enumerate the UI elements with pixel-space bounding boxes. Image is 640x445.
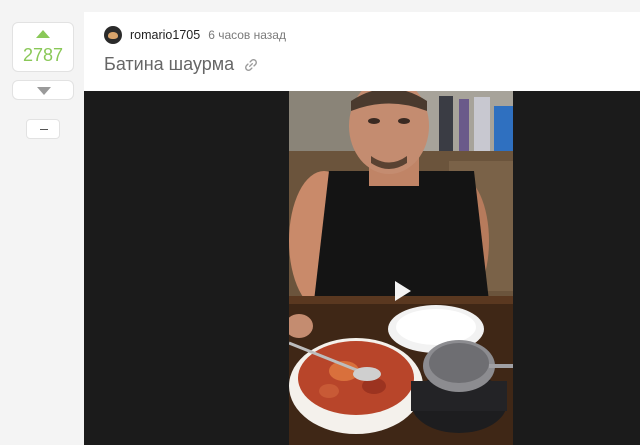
downvote-button[interactable] <box>12 80 74 100</box>
story-header: romario1705 6 часов назад <box>104 26 286 44</box>
avatar[interactable] <box>104 26 122 44</box>
vote-panel: 2787 <box>12 22 74 100</box>
arrow-down-icon <box>37 87 51 95</box>
video-frame <box>289 91 513 445</box>
link-icon[interactable] <box>244 58 258 72</box>
story-title[interactable]: Батина шаурма <box>104 54 234 75</box>
post-time: 6 часов назад <box>208 28 286 42</box>
vote-count: 2787 <box>22 45 64 65</box>
video-player[interactable] <box>84 91 640 445</box>
title-row: Батина шаурма <box>104 54 258 75</box>
author-link[interactable]: romario1705 <box>130 28 200 42</box>
collapse-button[interactable] <box>26 119 60 139</box>
minus-icon <box>40 129 48 130</box>
arrow-up-icon[interactable] <box>36 30 50 38</box>
vote-box: 2787 <box>12 22 74 72</box>
story-card: romario1705 6 часов назад Батина шаурма <box>84 12 640 445</box>
play-icon[interactable] <box>395 281 411 301</box>
